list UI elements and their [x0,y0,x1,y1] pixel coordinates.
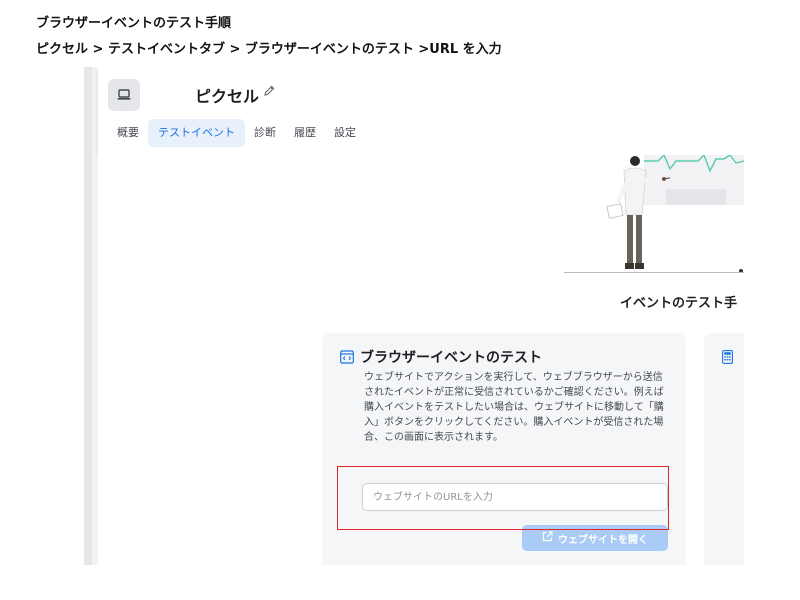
doc-title: ブラウザーイベントのテスト手順 [36,16,232,31]
calculator-icon [722,349,733,368]
browser-code-icon [340,349,354,364]
open-website-label: ウェブサイトを開く [558,534,648,546]
doctor-illustration [606,155,744,273]
external-link-icon [542,531,553,545]
tab-bar: 概要 テストイベント 診断 履歴 設定 [108,119,365,147]
tab-diagnostics[interactable]: 診断 [245,119,285,147]
url-input-highlight [337,466,669,530]
secondary-card [704,333,744,565]
tab-history[interactable]: 履歴 [285,119,325,147]
tab-settings[interactable]: 設定 [325,119,365,147]
browser-event-test-card: ブラウザーイベントのテスト ウェブサイトでアクションを実行して、ウェブブラウザー… [322,333,686,565]
app-header: ピクセル 概要 テストイベント 診断 履歴 設定 [98,67,744,155]
left-strip [84,67,92,565]
illustration-baseline [564,272,744,273]
card-description: ウェブサイトでアクションを実行して、ウェブブラウザーから送信されたイベントが正常… [364,372,664,443]
tab-overview[interactable]: 概要 [108,119,148,147]
section-title: イベントのテスト手 [620,296,738,311]
tab-test-events[interactable]: テストイベント [148,119,245,147]
page-title: ピクセル [195,87,260,106]
pencil-icon[interactable] [262,83,278,99]
laptop-icon[interactable] [108,79,140,111]
doc-breadcrumb: ピクセル > テストイベントタブ > ブラウザーイベントのテスト >URL を入… [36,42,502,57]
card-title: ブラウザーイベントのテスト [360,350,542,366]
